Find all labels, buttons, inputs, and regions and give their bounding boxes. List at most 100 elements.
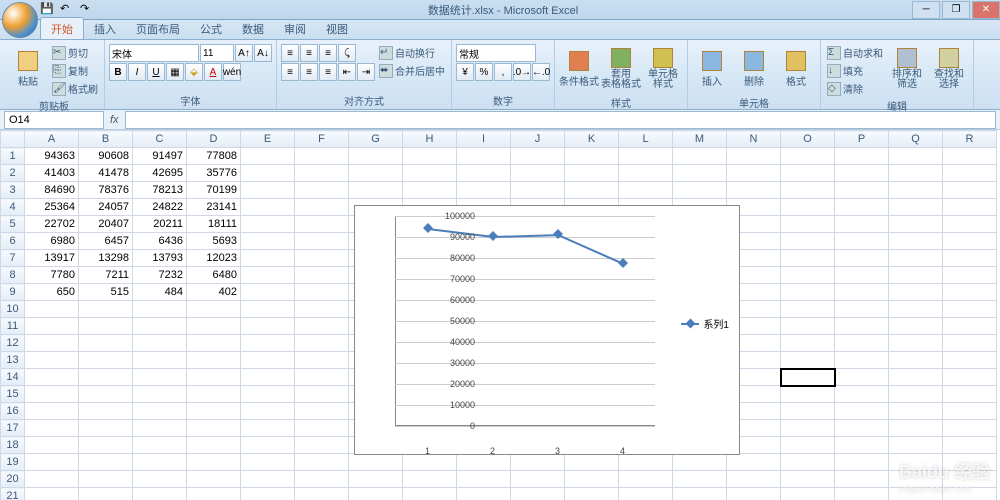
- align-center-button[interactable]: ≡: [300, 63, 318, 81]
- col-header-B[interactable]: B: [79, 131, 133, 148]
- cell-K19[interactable]: [565, 454, 619, 471]
- cell-E17[interactable]: [241, 420, 295, 437]
- cell-M2[interactable]: [673, 165, 727, 182]
- cell-E9[interactable]: [241, 284, 295, 301]
- cell-I2[interactable]: [457, 165, 511, 182]
- tab-5[interactable]: 审阅: [274, 18, 316, 39]
- cell-N21[interactable]: [727, 488, 781, 500]
- cell-B15[interactable]: [79, 386, 133, 403]
- cell-L20[interactable]: [619, 471, 673, 488]
- cell-F5[interactable]: [295, 216, 349, 233]
- cell-B6[interactable]: 6457: [79, 233, 133, 250]
- cell-R12[interactable]: [943, 335, 997, 352]
- fill-color-button[interactable]: ⬙: [185, 63, 203, 81]
- cell-L1[interactable]: [619, 148, 673, 165]
- copy-button[interactable]: ⎘复制: [50, 62, 100, 79]
- cell-Q7[interactable]: [889, 250, 943, 267]
- cell-I3[interactable]: [457, 182, 511, 199]
- cell-F1[interactable]: [295, 148, 349, 165]
- cell-J20[interactable]: [511, 471, 565, 488]
- cell-H1[interactable]: [403, 148, 457, 165]
- col-header-I[interactable]: I: [457, 131, 511, 148]
- cell-F8[interactable]: [295, 267, 349, 284]
- increase-font-button[interactable]: A↑: [235, 44, 253, 62]
- cell-R16[interactable]: [943, 403, 997, 420]
- align-middle-button[interactable]: ≡: [300, 44, 318, 62]
- cell-G3[interactable]: [349, 182, 403, 199]
- cell-E8[interactable]: [241, 267, 295, 284]
- cell-E4[interactable]: [241, 199, 295, 216]
- cell-A16[interactable]: [25, 403, 79, 420]
- paste-button[interactable]: 粘贴: [8, 44, 48, 94]
- cell-R5[interactable]: [943, 216, 997, 233]
- cell-R8[interactable]: [943, 267, 997, 284]
- cell-F9[interactable]: [295, 284, 349, 301]
- cell-L19[interactable]: [619, 454, 673, 471]
- cell-O19[interactable]: [781, 454, 835, 471]
- cell-D11[interactable]: [187, 318, 241, 335]
- cell-F6[interactable]: [295, 233, 349, 250]
- cell-B3[interactable]: 78376: [79, 182, 133, 199]
- cell-A12[interactable]: [25, 335, 79, 352]
- font-size-select[interactable]: [200, 44, 234, 62]
- cell-O15[interactable]: [781, 386, 835, 403]
- col-header-C[interactable]: C: [133, 131, 187, 148]
- cell-I21[interactable]: [457, 488, 511, 500]
- cell-D10[interactable]: [187, 301, 241, 318]
- cell-C20[interactable]: [133, 471, 187, 488]
- cell-J19[interactable]: [511, 454, 565, 471]
- formula-input[interactable]: [125, 111, 996, 129]
- cell-O3[interactable]: [781, 182, 835, 199]
- fill-button[interactable]: ↓填充: [825, 62, 885, 79]
- cell-A18[interactable]: [25, 437, 79, 454]
- cell-H21[interactable]: [403, 488, 457, 500]
- cell-Q9[interactable]: [889, 284, 943, 301]
- cell-A13[interactable]: [25, 352, 79, 369]
- cell-O16[interactable]: [781, 403, 835, 420]
- cell-F13[interactable]: [295, 352, 349, 369]
- cell-C13[interactable]: [133, 352, 187, 369]
- cell-E10[interactable]: [241, 301, 295, 318]
- cell-A21[interactable]: [25, 488, 79, 500]
- name-box[interactable]: O14: [4, 111, 104, 129]
- cell-D7[interactable]: 12023: [187, 250, 241, 267]
- cell-styles-button[interactable]: 单元格 样式: [643, 44, 683, 94]
- cell-C11[interactable]: [133, 318, 187, 335]
- cell-A7[interactable]: 13917: [25, 250, 79, 267]
- cell-F19[interactable]: [295, 454, 349, 471]
- cell-N2[interactable]: [727, 165, 781, 182]
- cell-Q6[interactable]: [889, 233, 943, 250]
- cell-E19[interactable]: [241, 454, 295, 471]
- cell-C15[interactable]: [133, 386, 187, 403]
- cell-B2[interactable]: 41478: [79, 165, 133, 182]
- cell-Q13[interactable]: [889, 352, 943, 369]
- cell-R11[interactable]: [943, 318, 997, 335]
- underline-button[interactable]: U: [147, 63, 165, 81]
- col-header-J[interactable]: J: [511, 131, 565, 148]
- maximize-button[interactable]: ❐: [942, 1, 970, 19]
- col-header-Q[interactable]: Q: [889, 131, 943, 148]
- cell-J21[interactable]: [511, 488, 565, 500]
- cell-F3[interactable]: [295, 182, 349, 199]
- cell-N19[interactable]: [727, 454, 781, 471]
- cell-F15[interactable]: [295, 386, 349, 403]
- row-header-3[interactable]: 3: [1, 182, 25, 199]
- cell-E12[interactable]: [241, 335, 295, 352]
- cell-E18[interactable]: [241, 437, 295, 454]
- cell-B21[interactable]: [79, 488, 133, 500]
- cell-P16[interactable]: [835, 403, 889, 420]
- orientation-button[interactable]: ⤹: [338, 44, 356, 62]
- col-header-M[interactable]: M: [673, 131, 727, 148]
- cell-D17[interactable]: [187, 420, 241, 437]
- cell-D19[interactable]: [187, 454, 241, 471]
- cell-N3[interactable]: [727, 182, 781, 199]
- cell-H20[interactable]: [403, 471, 457, 488]
- cell-M19[interactable]: [673, 454, 727, 471]
- cell-Q5[interactable]: [889, 216, 943, 233]
- cell-F10[interactable]: [295, 301, 349, 318]
- cell-A8[interactable]: 7780: [25, 267, 79, 284]
- cell-O13[interactable]: [781, 352, 835, 369]
- percent-button[interactable]: %: [475, 63, 493, 81]
- cell-D9[interactable]: 402: [187, 284, 241, 301]
- minimize-button[interactable]: ─: [912, 1, 940, 19]
